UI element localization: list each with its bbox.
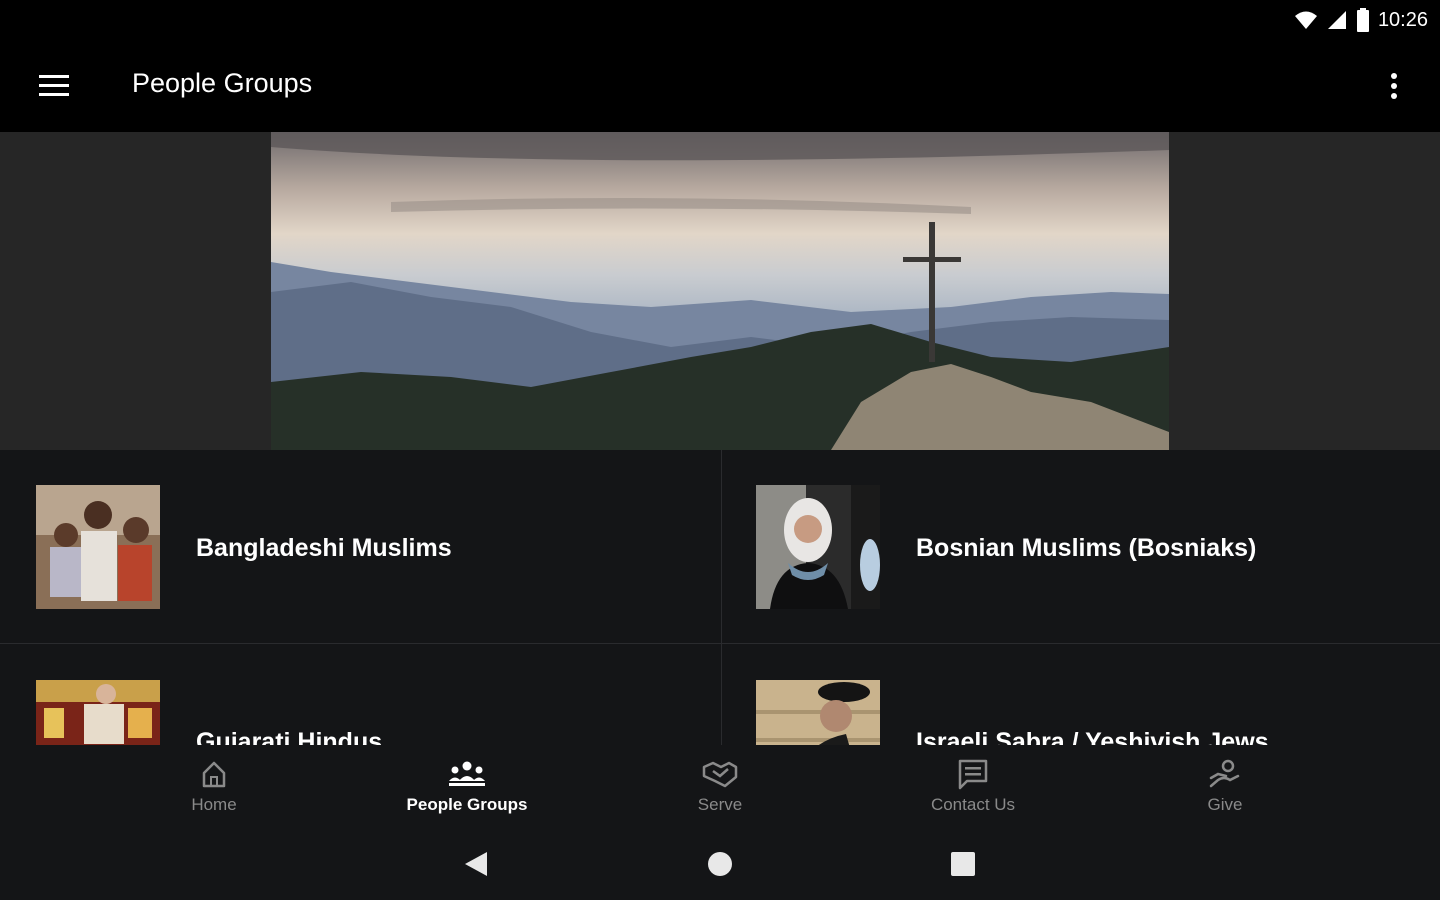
status-time: 10:26 <box>1377 8 1428 31</box>
nav-serve[interactable]: Serve <box>620 745 820 828</box>
nav-give[interactable]: Give <box>1125 745 1325 828</box>
nav-contact-us[interactable]: Contact Us <box>873 745 1073 828</box>
menu-button[interactable] <box>28 64 80 108</box>
back-icon <box>465 852 487 876</box>
system-recents-button[interactable] <box>943 846 983 882</box>
group-card-bosnian-muslims[interactable]: Bosnian Muslims (Bosniaks) <box>720 450 1440 643</box>
status-icons: 10:26 <box>1294 6 1428 34</box>
group-card-gujarati-hindus[interactable]: Gujarati Hindus <box>0 644 720 745</box>
group-card-israeli-jews[interactable]: Israeli Sabra / Yeshivish Jews <box>720 644 1440 745</box>
group-name: Israeli Sabra / Yeshivish Jews <box>916 728 1269 745</box>
system-navigation <box>0 828 1440 900</box>
hamburger-menu-icon <box>39 75 69 96</box>
group-name: Bosnian Muslims (Bosniaks) <box>916 534 1257 562</box>
overflow-menu-button[interactable] <box>1372 64 1416 108</box>
home-icon <box>202 761 226 788</box>
people-groups-icon <box>449 761 485 786</box>
more-vertical-icon <box>1391 73 1397 99</box>
app-bar: People Groups <box>0 40 1440 132</box>
give-icon <box>1209 759 1240 788</box>
system-home-button[interactable] <box>700 846 740 882</box>
nav-label: Give <box>1207 795 1243 814</box>
group-name: Gujarati Hindus <box>196 728 383 745</box>
group-thumbnail <box>756 680 880 745</box>
group-card-bangladeshi-muslims[interactable]: Bangladeshi Muslims <box>0 450 720 643</box>
hero-area <box>0 132 1440 450</box>
hero-image <box>271 132 1169 450</box>
status-bar: 10:26 <box>0 0 1440 40</box>
system-back-button[interactable] <box>456 846 496 882</box>
bottom-navigation: Home People Groups Serve Contact Us Give <box>0 745 1440 828</box>
group-thumbnail <box>36 485 160 609</box>
group-thumbnail <box>36 680 160 745</box>
nav-label: People Groups <box>406 795 528 814</box>
contact-icon <box>958 759 988 790</box>
battery-icon <box>1356 8 1369 32</box>
group-thumbnail <box>756 485 880 609</box>
nav-home[interactable]: Home <box>114 745 314 828</box>
serve-icon <box>702 761 738 788</box>
wifi-icon <box>1294 11 1317 29</box>
nav-label: Contact Us <box>930 795 1016 814</box>
recents-icon <box>951 852 975 876</box>
home-circle-icon <box>708 852 732 876</box>
signal-icon <box>1327 11 1346 29</box>
nav-label: Home <box>191 795 237 814</box>
page-title: People Groups <box>132 68 313 98</box>
nav-label: Serve <box>697 795 743 814</box>
people-groups-list: Bangladeshi Muslims Bosnian Muslims (Bos… <box>0 450 1440 745</box>
nav-people-groups[interactable]: People Groups <box>367 745 567 828</box>
group-name: Bangladeshi Muslims <box>196 534 452 562</box>
